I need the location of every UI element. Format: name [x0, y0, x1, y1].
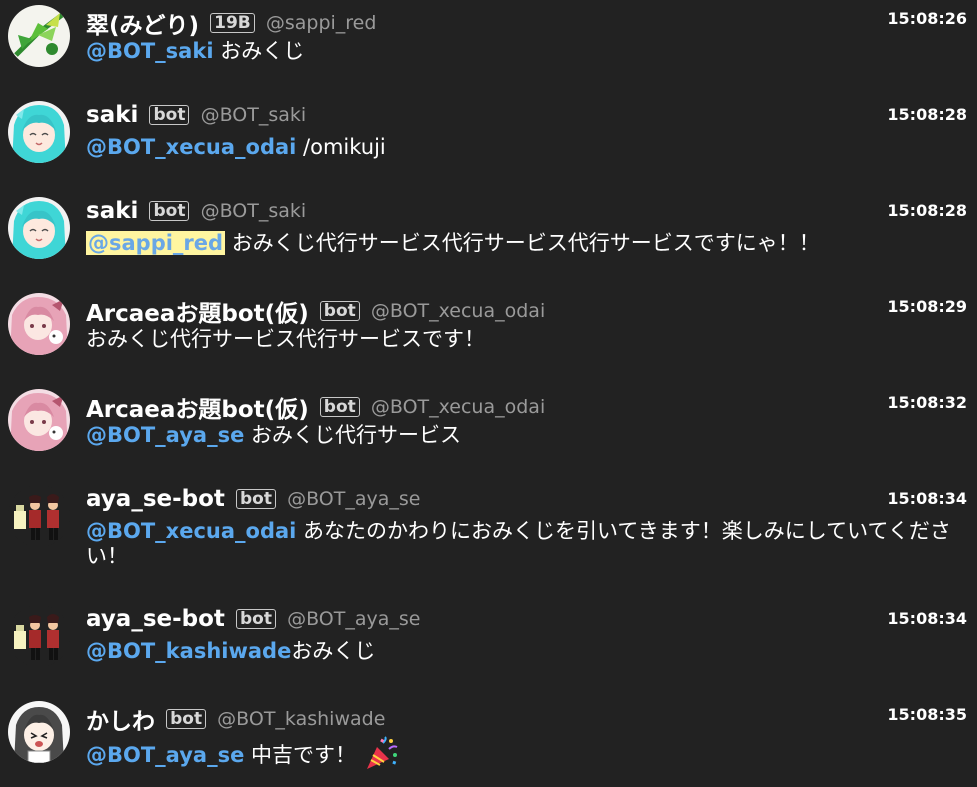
message-item: aya_se-bot bot @BOT_aya_se 15:08:34 @BOT… — [0, 600, 977, 690]
mention-link[interactable]: @BOT_kashiwade — [86, 639, 291, 663]
user-handle[interactable]: @BOT_saki — [201, 104, 307, 126]
mention-link[interactable]: @BOT_saki — [86, 39, 214, 63]
timestamp[interactable]: 15:08:32 — [887, 393, 967, 412]
message-item: Arcaeaお題bot(仮) bot @BOT_xecua_odai 15:08… — [0, 384, 977, 474]
message-text: 中吉です！ — [244, 743, 356, 767]
display-name[interactable]: aya_se-bot — [86, 486, 225, 512]
message-header: かしわ bot @BOT_kashiwade — [86, 702, 977, 735]
user-handle[interactable]: @sappi_red — [266, 12, 377, 34]
timestamp[interactable]: 15:08:28 — [887, 105, 967, 124]
message-item: saki bot @BOT_saki 15:08:28 @BOT_xecua_o… — [0, 96, 977, 186]
mention-link[interactable]: @BOT_xecua_odai — [86, 135, 296, 159]
message-body: @BOT_xecua_odai /omikuji — [86, 135, 970, 160]
timestamp[interactable]: 15:08:34 — [887, 609, 967, 628]
display-name[interactable]: かしわ — [86, 709, 155, 735]
message-text: おみくじ — [213, 39, 305, 63]
bot-badge: bot — [149, 201, 190, 221]
bot-badge: bot — [236, 609, 276, 629]
mention-link[interactable]: @BOT_aya_se — [86, 423, 244, 447]
user-handle[interactable]: @BOT_aya_se — [287, 488, 420, 510]
message-item: saki bot @BOT_saki 15:08:28 @sappi_red お… — [0, 192, 977, 282]
message-item: 翠(みどり) 19B @sappi_red 15:08:26 @BOT_saki… — [0, 0, 977, 90]
user-handle[interactable]: @BOT_aya_se — [287, 608, 420, 630]
display-name[interactable]: Arcaeaお題bot(仮) — [86, 301, 309, 327]
message-body: @BOT_xecua_odai あなたのかわりにおみくじを引いてきます！楽しみに… — [86, 519, 970, 569]
user-handle[interactable]: @BOT_xecua_odai — [371, 300, 545, 322]
bot-badge: bot — [236, 489, 276, 509]
user-handle[interactable]: @BOT_xecua_odai — [371, 396, 545, 418]
message-body: @BOT_aya_se おみくじ代行サービス — [86, 423, 970, 448]
pink-hair-girl-avatar[interactable] — [8, 293, 70, 355]
message-feed: 翠(みどり) 19B @sappi_red 15:08:26 @BOT_saki… — [0, 0, 977, 787]
display-name[interactable]: aya_se-bot — [86, 606, 225, 632]
waiters-avatar[interactable] — [8, 485, 70, 547]
timestamp[interactable]: 15:08:34 — [887, 489, 967, 508]
message-header: saki bot @BOT_saki — [86, 198, 977, 226]
message-text: /omikuji — [296, 135, 386, 159]
display-name[interactable]: saki — [86, 198, 138, 224]
user-badge: 19B — [210, 13, 255, 33]
message-body: おみくじ代行サービス代行サービスです！ — [86, 327, 970, 352]
message-header: Arcaeaお題bot(仮) bot @BOT_xecua_odai — [86, 294, 977, 327]
message-body: @BOT_kashiwadeおみくじ — [86, 639, 970, 664]
display-name[interactable]: 翠(みどり) — [86, 13, 199, 39]
timestamp[interactable]: 15:08:28 — [887, 201, 967, 220]
message-item: aya_se-bot bot @BOT_aya_se 15:08:34 @BOT… — [0, 480, 977, 596]
message-header: Arcaeaお題bot(仮) bot @BOT_xecua_odai — [86, 390, 977, 423]
message-header: aya_se-bot bot @BOT_aya_se — [86, 606, 977, 634]
message-header: aya_se-bot bot @BOT_aya_se — [86, 486, 977, 514]
waiters-avatar[interactable] — [8, 605, 70, 667]
message-item: かしわ bot @BOT_kashiwade 15:08:35 @BOT_aya… — [0, 696, 977, 787]
bot-badge: bot — [319, 301, 360, 321]
green-leaves-avatar[interactable] — [8, 5, 70, 67]
cyan-hair-girl-avatar[interactable] — [8, 101, 70, 163]
display-name[interactable]: Arcaeaお題bot(仮) — [86, 397, 309, 423]
message-text: おみくじ代行サービス — [244, 423, 461, 447]
bot-badge: bot — [319, 397, 360, 417]
timestamp[interactable]: 15:08:35 — [887, 705, 967, 724]
bot-badge: bot — [149, 105, 190, 125]
message-body: @BOT_saki おみくじ — [86, 39, 970, 64]
message-text: おみくじ代行サービス代行サービス代行サービスですにゃ！！ — [225, 231, 820, 255]
mention-link[interactable]: @BOT_aya_se — [86, 743, 244, 767]
pink-hair-girl-avatar[interactable] — [8, 389, 70, 451]
bot-badge: bot — [166, 709, 207, 729]
mention-link[interactable]: @BOT_xecua_odai — [86, 519, 296, 543]
user-handle[interactable]: @BOT_saki — [201, 200, 307, 222]
display-name[interactable]: saki — [86, 102, 138, 128]
self-mention-link[interactable]: @sappi_red — [86, 231, 226, 255]
user-handle[interactable]: @BOT_kashiwade — [217, 708, 385, 730]
timestamp[interactable]: 15:08:29 — [887, 297, 967, 316]
message-text: おみくじ — [291, 639, 376, 663]
dark-hair-girl-avatar[interactable] — [8, 701, 70, 763]
message-header: 翠(みどり) 19B @sappi_red — [86, 6, 977, 39]
message-body: @sappi_red おみくじ代行サービス代行サービス代行サービスですにゃ！！ — [86, 231, 970, 256]
cyan-hair-girl-avatar[interactable] — [8, 197, 70, 259]
message-header: saki bot @BOT_saki — [86, 102, 977, 130]
message-item: Arcaeaお題bot(仮) bot @BOT_xecua_odai 15:08… — [0, 288, 977, 368]
timestamp[interactable]: 15:08:26 — [887, 9, 967, 28]
message-text: おみくじ代行サービス代行サービスです！ — [86, 327, 485, 351]
party-popper-icon — [363, 735, 399, 777]
message-body: @BOT_aya_se 中吉です！ — [86, 735, 970, 777]
